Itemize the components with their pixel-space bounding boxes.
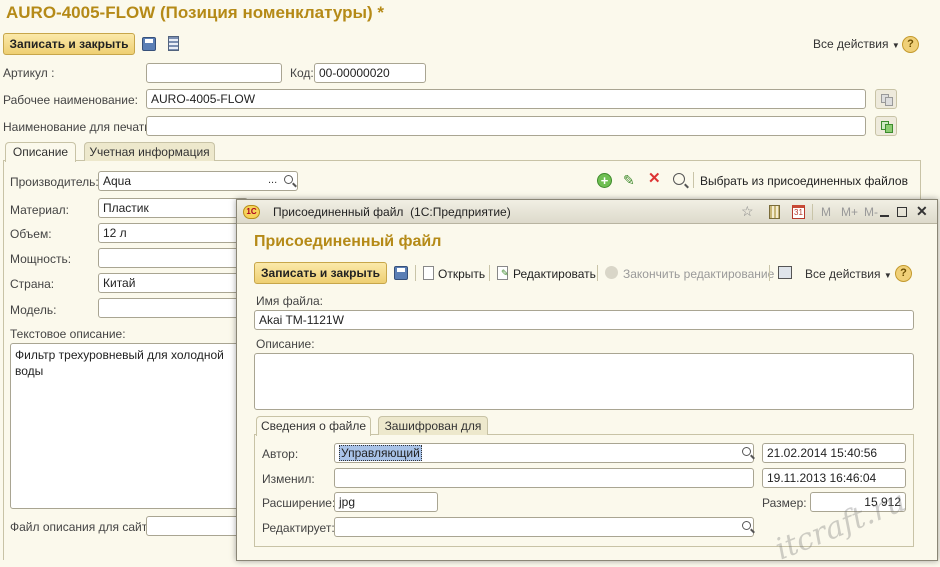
dialog-all-actions-menu[interactable]: Все действия ▼	[805, 267, 892, 281]
filename-label: Имя файла:	[256, 294, 323, 308]
dialog-titlebar[interactable]: 1С Присоединенный файл (1С:Предприятие) …	[237, 200, 937, 224]
author-value: Управляющий	[339, 445, 422, 461]
dialog-separator-1	[415, 265, 416, 281]
editing-by-label: Редактирует:	[262, 521, 335, 535]
size-field: 15 912	[810, 492, 906, 512]
articul-field[interactable]	[146, 63, 282, 83]
author-field[interactable]: Управляющий	[334, 443, 754, 463]
work-name-field[interactable]: AURO-4005-FLOW	[146, 89, 866, 109]
calendar-icon[interactable]: 31	[792, 205, 805, 219]
changed-label: Изменил:	[262, 472, 315, 486]
print-icon[interactable]	[778, 266, 792, 279]
author-label: Автор:	[262, 447, 299, 461]
dialog-save-and-close-button[interactable]: Записать и закрыть	[254, 262, 387, 284]
edit-file-icon[interactable]: ✎	[497, 266, 509, 280]
search-icon[interactable]	[284, 175, 293, 184]
chevron-down-icon: ▼	[891, 41, 900, 50]
app-logo-icon: 1С	[243, 205, 260, 219]
edit-button[interactable]: Редактировать	[513, 267, 596, 281]
tab-account-info[interactable]: Учетная информация	[84, 142, 215, 161]
volume-label: Объем:	[10, 227, 52, 241]
code-field[interactable]: 00-00000020	[314, 63, 426, 83]
open-button[interactable]: Открыть	[438, 267, 485, 281]
dialog-separator-2	[489, 265, 490, 281]
tab-encrypted-for[interactable]: Зашифрован для	[378, 416, 488, 435]
save-icon[interactable]	[142, 37, 156, 51]
model-label: Модель:	[10, 303, 57, 317]
memory-m-plus-button[interactable]: M+	[841, 205, 858, 219]
close-icon[interactable]: ✕	[916, 203, 928, 220]
extension-label: Расширение:	[262, 496, 336, 510]
manufacturer-label: Производитель:	[10, 175, 99, 189]
file-description-field[interactable]	[254, 353, 914, 410]
print-name-field[interactable]	[146, 116, 866, 136]
select-from-files-button[interactable]: Выбрать из присоединенных файлов	[700, 174, 908, 188]
memory-m-minus-button[interactable]: M-	[864, 205, 878, 219]
file-description-label: Описание:	[256, 337, 315, 351]
ellipsis-button[interactable]: ...	[268, 171, 284, 191]
maximize-icon[interactable]	[897, 207, 907, 217]
finish-edit-icon	[605, 266, 618, 279]
dialog-all-actions-label: Все действия	[805, 267, 881, 281]
list-icon[interactable]	[168, 36, 179, 51]
text-description-field[interactable]: Фильтр трехуровневый для холодной воды	[10, 343, 250, 509]
author-search-icon[interactable]	[742, 447, 751, 456]
pencil-icon[interactable]: ✎	[623, 173, 637, 187]
favorite-icon[interactable]: ☆	[741, 203, 754, 220]
filename-field[interactable]: Akai TM-1121W	[254, 310, 914, 330]
finish-edit-button[interactable]: Закончить редактирование	[623, 267, 774, 281]
calculator-icon[interactable]	[769, 205, 780, 219]
dialog-separator-3	[597, 265, 598, 281]
site-file-field[interactable]	[146, 516, 246, 536]
editing-by-field[interactable]	[334, 517, 754, 537]
site-file-label: Файл описания для сайта:	[10, 520, 158, 534]
country-field[interactable]: Китай	[98, 273, 248, 293]
open-file-icon[interactable]	[423, 266, 434, 280]
country-label: Страна:	[10, 277, 55, 291]
power-field[interactable]	[98, 248, 248, 268]
save-and-close-button[interactable]: Записать и закрыть	[3, 33, 135, 55]
all-actions-menu[interactable]: Все действия ▼	[813, 37, 900, 51]
articul-label: Артикул :	[3, 66, 55, 80]
delete-icon[interactable]: ✕	[648, 171, 662, 186]
size-label: Размер:	[762, 496, 807, 510]
material-field[interactable]: Пластик	[98, 198, 248, 218]
all-actions-label: Все действия	[813, 37, 889, 51]
help-button[interactable]: ?	[902, 36, 919, 53]
code-label: Код:	[290, 66, 314, 80]
print-name-label: Наименование для печати:	[3, 120, 155, 134]
dialog-window-title: Присоединенный файл (1С:Предприятие)	[273, 205, 511, 219]
minimize-icon[interactable]	[880, 215, 889, 217]
power-label: Мощность:	[10, 252, 72, 266]
tab-description[interactable]: Описание	[5, 142, 76, 162]
editing-search-icon[interactable]	[742, 521, 751, 530]
text-description-label: Текстовое описание:	[10, 327, 126, 341]
toolbar-separator	[693, 172, 694, 188]
material-label: Материал:	[10, 203, 69, 217]
volume-field[interactable]: 12 л	[98, 223, 248, 243]
dialog-save-icon[interactable]	[394, 266, 408, 280]
dialog-help-button[interactable]: ?	[895, 265, 912, 282]
author-date-field: 21.02.2014 15:40:56	[762, 443, 906, 463]
add-icon[interactable]: +	[597, 173, 612, 188]
changed-date-field: 19.11.2013 16:46:04	[762, 468, 906, 488]
changed-field[interactable]	[334, 468, 754, 488]
copy-green-icon[interactable]	[875, 116, 897, 136]
copy-icon[interactable]	[875, 89, 897, 109]
work-name-label: Рабочее наименование:	[3, 93, 138, 107]
attached-file-dialog: 1С Присоединенный файл (1С:Предприятие) …	[236, 199, 938, 561]
extension-field[interactable]: jpg	[334, 492, 438, 512]
page-title: AURO-4005-FLOW (Позиция номенклатуры) *	[6, 3, 385, 22]
model-field[interactable]	[98, 298, 248, 318]
dialog-separator-4	[769, 265, 770, 281]
memory-m-button[interactable]: M	[821, 205, 831, 219]
find-icon[interactable]	[673, 173, 685, 185]
dialog-heading: Присоединенный файл	[254, 233, 442, 250]
tab-file-info[interactable]: Сведения о файле	[256, 416, 371, 436]
chevron-down-icon: ▼	[883, 271, 892, 280]
titlebar-separator	[812, 204, 813, 220]
